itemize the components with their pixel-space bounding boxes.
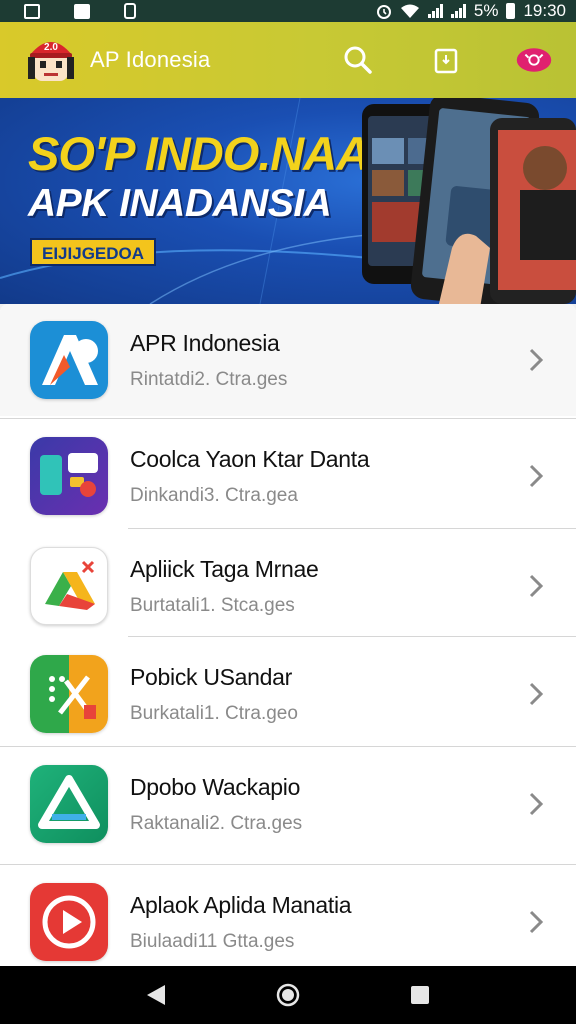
navigation-bar [0,966,576,1024]
chevron-right-icon [516,902,556,942]
wifi-icon [400,4,419,18]
battery-saver-icon [124,3,136,19]
app-subtitle: Dinkandi3. Ctra.gea [130,484,298,506]
app-title: Dpobo Wackapio [130,773,301,800]
list-item[interactable]: Aplaok Aplida Manatia Biulaadi11 Gtta.ge… [0,866,576,966]
chat-app-icon [30,437,108,515]
app-title: APR Indonesia [130,329,280,356]
chevron-right-icon [516,566,556,606]
image-icon [74,3,90,19]
notification-icons [24,3,136,19]
status-bar: 5% 19:30 [0,0,576,22]
divider [0,746,576,747]
list-item[interactable]: Coolca Yaon Ktar Danta Dinkandi3. Ctra.g… [0,420,576,532]
list-item[interactable]: Apliick Taga Mrnae Burtatali1. Stca.ges [0,530,576,642]
divider [128,528,576,529]
share-icon [434,48,458,74]
banner-subheadline: APK INADANSIA [28,182,332,225]
app-title: AP Idonesia [90,47,211,72]
list-item[interactable]: Pobick USandar Burkatali1. Ctra.geo [0,638,576,750]
phones-illustration [362,98,576,304]
tools-app-icon [30,655,108,733]
chevron-right-icon [516,674,556,714]
banner-badge[interactable]: EIJIJGEDOA [30,238,157,266]
search-button[interactable] [340,42,376,78]
recents-button[interactable] [400,975,440,1015]
play-logo-icon [30,883,108,961]
app-title: Pobick USandar [130,663,292,690]
back-icon [147,985,165,1005]
app-list: APR Indonesia Rintatdi2. Ctra.ges Coolca… [0,304,576,966]
search-icon [344,46,372,74]
battery-percent: 5% [473,1,499,20]
alarm-icon [376,5,391,19]
drive-logo-icon [30,547,108,625]
chevron-right-icon [516,456,556,496]
clock: 19:30 [523,1,566,20]
triangle-logo-icon [30,765,108,843]
list-item[interactable]: APR Indonesia Rintatdi2. Ctra.ges [0,304,576,416]
app-subtitle: Burkatali1. Ctra.geo [130,702,298,724]
app-title: Apliick Taga Mrnae [130,555,319,582]
app-bar: 2.0 AP Idonesia [0,22,576,98]
system-indicators: 5% 19:30 [376,1,566,21]
divider [128,636,576,637]
chevron-right-icon [516,340,556,380]
share-button[interactable] [428,42,464,78]
app-title: Coolca Yaon Ktar Danta [130,445,370,472]
cast-icon [516,48,552,72]
divider [0,864,576,865]
list-item[interactable]: Dpobo Wackapio Raktanali2. Ctra.ges [0,748,576,860]
promo-banner[interactable]: SO'P INDO.NAA! APK INADANSIA EIJIJGEDOA [0,98,576,304]
battery-icon [506,3,516,19]
chevron-right-icon [516,784,556,824]
app-title: Aplaok Aplida Manatia [130,891,352,918]
divider [0,418,576,419]
app-subtitle: Biulaadi11 Gtta.ges [130,930,295,952]
mascot-logo-icon: 2.0 [28,42,74,81]
home-button[interactable] [268,975,308,1015]
home-icon [276,983,300,1007]
logo-badge: 2.0 [44,42,58,53]
back-button[interactable] [136,975,176,1015]
signal-icon [427,4,443,18]
app-subtitle: Rintatdi2. Ctra.ges [130,368,288,390]
signal-icon [450,4,466,18]
app-logo[interactable]: 2.0 [22,31,80,89]
recents-icon [411,986,429,1004]
app-subtitle: Raktanali2. Ctra.ges [130,812,303,834]
app-subtitle: Burtatali1. Stca.ges [130,594,295,616]
a-logo-icon [30,321,108,399]
image-icon [24,3,40,19]
cast-button[interactable] [516,42,552,78]
banner-headline: SO'P INDO.NAA! [28,127,385,180]
